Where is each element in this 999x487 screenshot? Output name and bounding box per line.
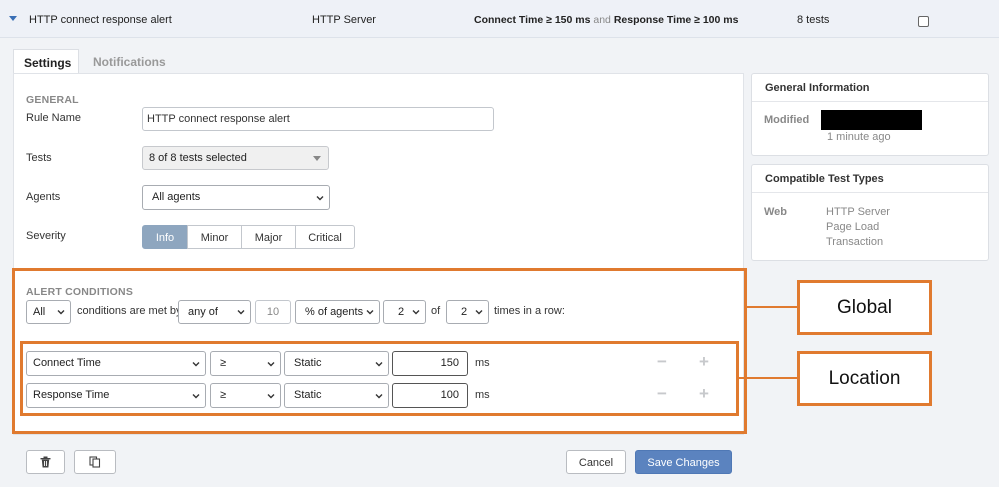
agents-select-value: All agents [152,191,201,203]
general-section-title: GENERAL [26,94,79,106]
severity-label: Severity [26,230,66,242]
rule-row-checkbox[interactable] [918,16,929,27]
copy-button[interactable] [74,450,116,474]
rule-row-and: and [593,14,611,26]
divider [752,192,988,193]
tab-settings[interactable]: Settings [13,49,79,74]
trash-icon [40,456,51,468]
rule-row-cond1: Connect Time ≥ 150 ms [474,14,591,26]
modified-ago: 1 minute ago [827,131,891,143]
rule-row-test-type: HTTP Server [312,14,376,26]
copy-icon [89,456,101,468]
rule-name-label: Rule Name [26,112,82,124]
collapse-caret-icon[interactable] [9,16,17,21]
tab-notifications[interactable]: Notifications [93,49,166,74]
delete-button[interactable] [26,450,65,474]
global-connector-line [746,306,798,308]
general-information-title: General Information [765,82,870,94]
compatible-test-types-title: Compatible Test Types [765,173,884,185]
compatible-type-2: Page Load [826,221,880,233]
compatible-type-1: HTTP Server [826,206,890,218]
location-connector-line [738,377,798,379]
compatible-type-3: Transaction [826,236,884,248]
severity-minor-button[interactable]: Minor [187,225,242,249]
severity-info-button[interactable]: Info [142,225,188,249]
severity-major-button[interactable]: Major [241,225,296,249]
redacted-user [821,110,922,130]
modified-label: Modified [764,114,810,126]
location-callout: Location [797,351,932,406]
tests-select[interactable]: 8 of 8 tests selected [142,146,329,170]
cancel-button[interactable]: Cancel [566,450,626,474]
rule-row-test-count: 8 tests [797,14,830,26]
divider [752,101,988,102]
dropdown-triangle-icon [313,156,321,161]
agents-label: Agents [26,191,61,203]
agents-select[interactable]: All agents [142,185,330,210]
compatible-category: Web [764,206,788,218]
rule-row-cond2: Response Time ≥ 100 ms [613,14,739,26]
severity-critical-button[interactable]: Critical [295,225,355,249]
tests-select-value: 8 of 8 tests selected [149,152,247,164]
rule-row-name: HTTP connect response alert [29,14,172,26]
global-callout: Global [797,280,932,335]
rule-name-input[interactable]: HTTP connect response alert [142,107,494,131]
general-information-card: General Information Modified 1 minute ag… [751,73,989,156]
rule-row-conditions: Connect Time ≥ 150 ms and Response Time … [474,14,738,26]
compatible-test-types-card: Compatible Test Types Web HTTP Server Pa… [751,164,989,261]
location-annotation-box [20,341,739,416]
save-changes-button[interactable]: Save Changes [635,450,732,474]
chevron-down-icon [316,195,324,200]
tests-label: Tests [26,152,52,164]
rule-row[interactable]: HTTP connect response alert HTTP Server … [0,0,999,38]
